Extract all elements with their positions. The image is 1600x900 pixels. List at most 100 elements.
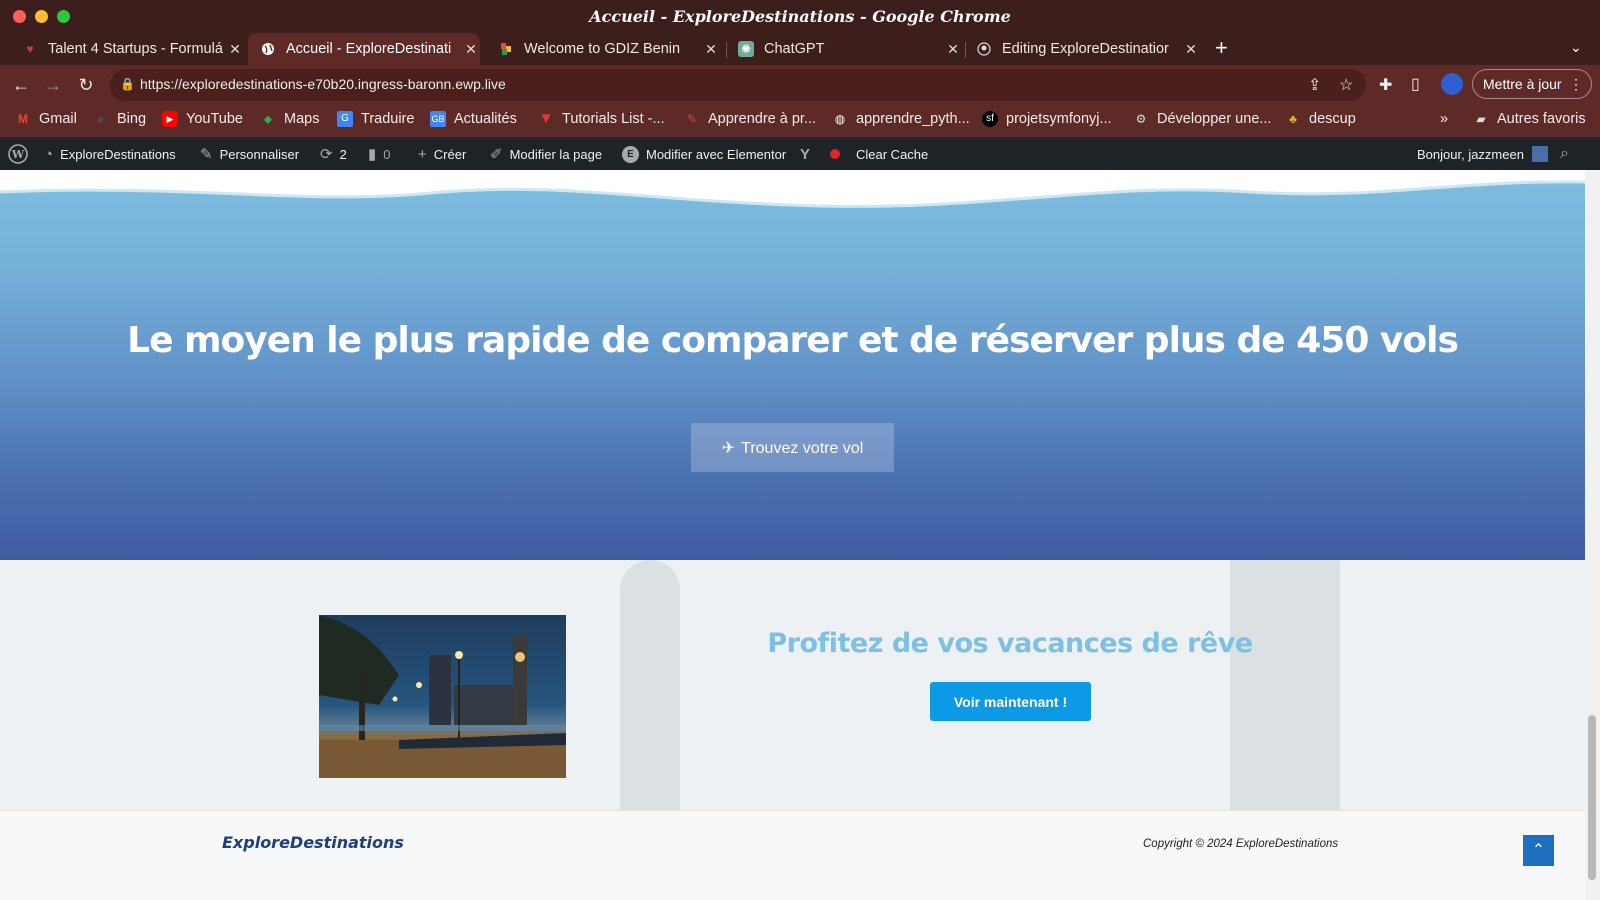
wp-clear-cache[interactable]: Clear Cache [830, 138, 928, 170]
bookmark-traduire[interactable]: G Traduire [337, 111, 414, 127]
tab-label: Talent 4 Startups - Formulá [48, 41, 223, 57]
learn-icon: ✎ [686, 112, 698, 126]
update-button[interactable]: Mettre à jour ⋮ [1472, 69, 1592, 99]
bookmark-label: Bing [117, 111, 147, 127]
page-scrollbar[interactable] [1585, 170, 1600, 900]
wordpress-logo-icon[interactable]: W [8, 138, 28, 170]
comment-icon: ▮ [368, 146, 377, 163]
bookmark-maps[interactable]: ⬥ Maps [260, 111, 320, 127]
wp-updates-count: 2 [339, 146, 347, 162]
close-tab-icon[interactable]: ✕ [944, 41, 962, 58]
wp-greeting: Bonjour, jazzmeen [1417, 146, 1524, 162]
magnifier-icon: ⌕ [1560, 145, 1569, 162]
bookmark-label: Maps [284, 111, 320, 127]
title-bar: Accueil - ExploreDestinations - Google C… [0, 0, 1600, 33]
bookmark-actualites[interactable]: GB Actualités [430, 111, 517, 127]
tab-label: Editing ExploreDestinatior [1002, 41, 1169, 57]
scrollbar-thumb[interactable] [1588, 715, 1596, 880]
wp-edit-page-label: Modifier la page [509, 146, 603, 162]
tab-accueil[interactable]: Accueil - ExploreDestinati ✕ [248, 33, 480, 65]
close-tab-icon[interactable]: ✕ [702, 41, 720, 58]
search-icon[interactable]: ⌕ [1560, 138, 1576, 170]
close-tab-icon[interactable]: ✕ [462, 41, 480, 58]
reload-icon[interactable]: ↻ [74, 73, 98, 97]
news-icon: GB [430, 111, 446, 127]
bookmark-bing[interactable]: ⌕ Bing [93, 111, 146, 127]
tab-chatgpt[interactable]: ✺ ChatGPT ✕ [730, 33, 962, 65]
wp-admin-bar: W ◔ ExploreDestinations ✎ Personnaliser ⟳ 2… [0, 138, 1600, 170]
heart-favicon-icon: ♥ [26, 42, 34, 56]
browser-toolbar: ← → ↻ 🔒 https://exploredestinations-e70b… [0, 65, 1600, 105]
bookmark-label: apprendre_pyth... [856, 111, 970, 127]
bookmark-descup[interactable]: ♣ descup [1285, 111, 1356, 127]
forward-arrow-icon[interactable]: → [41, 73, 65, 97]
wp-updates[interactable]: ⟳ 2 [320, 138, 347, 170]
side-panel-icon[interactable]: ▯ [1411, 74, 1420, 94]
pencil-icon: ✐ [490, 146, 503, 163]
page-content: Le moyen le plus rapide de comparer et d… [0, 170, 1585, 900]
yoast-y-icon: Y [800, 145, 811, 163]
wp-comments[interactable]: ▮ 0 [368, 138, 391, 170]
share-icon[interactable]: ⇪ [1308, 75, 1321, 95]
wp-customize[interactable]: ✎ Personnaliser [200, 138, 299, 170]
url-text: https://exploredestinations-e70b20.ingre… [140, 76, 506, 92]
find-flight-button[interactable]: ✈ Trouvez votre vol [691, 423, 894, 472]
bookmark-apprendre[interactable]: ✎ Apprendre à pr... [684, 111, 816, 127]
bookmark-label: projetsymfonyj... [1006, 111, 1112, 127]
bookmark-developper[interactable]: ⚙ Développer une... [1133, 111, 1272, 127]
dev-icon: ⚙ [1135, 112, 1147, 126]
back-arrow-icon[interactable]: ← [9, 73, 33, 97]
tab-separator [965, 42, 966, 58]
address-bar[interactable]: 🔒 https://exploredestinations-e70b20.ing… [110, 69, 1366, 101]
update-button-label: Mettre à jour [1483, 76, 1562, 92]
bookmark-label: Développer une... [1157, 111, 1272, 127]
close-tab-icon[interactable]: ✕ [1182, 41, 1200, 58]
background-lamp-silhouette [620, 560, 680, 810]
promo-section: Profitez de vos vacances de rêve Voir ma… [0, 560, 1585, 810]
voir-maintenant-button[interactable]: Voir maintenant ! [930, 682, 1091, 721]
browser-window: Accueil - ExploreDestinations - Google C… [0, 0, 1600, 900]
svg-text:W: W [11, 148, 25, 161]
wp-edit-page[interactable]: ✐ Modifier la page [490, 138, 602, 170]
globe-favicon-icon [260, 41, 276, 57]
wp-elementor[interactable]: E Modifier avec Elementor [622, 138, 786, 170]
tab-github-editing[interactable]: Editing ExploreDestinatior ✕ [968, 33, 1200, 65]
user-avatar [1531, 146, 1548, 162]
extensions-puzzle-icon[interactable]: ✚ [1379, 75, 1392, 95]
bookmark-tutorials[interactable]: ▼ Tutorials List -... [538, 111, 665, 128]
find-flight-label: Trouvez votre vol [741, 439, 864, 457]
bookmark-label: Traduire [361, 111, 415, 127]
bookmark-apprendre-python[interactable]: ◍ apprendre_pyth... [832, 111, 970, 127]
plane-departure-icon: ✈ [721, 439, 736, 457]
chevron-down-icon[interactable]: ⌄ [1570, 39, 1582, 56]
youtube-icon: ▶ [162, 111, 178, 127]
scroll-to-top-button[interactable]: ⌃ [1523, 835, 1554, 866]
wp-site-name[interactable]: ◔ ExploreDestinations [44, 138, 176, 170]
new-tab-icon[interactable]: + [1215, 35, 1228, 61]
more-bookmarks-icon[interactable]: » [1440, 111, 1448, 127]
hero-heading: Le moyen le plus rapide de comparer et d… [127, 320, 1459, 361]
tab-separator [726, 42, 727, 58]
plus-icon: + [418, 145, 427, 163]
star-icon[interactable]: ☆ [1339, 75, 1353, 95]
profile-avatar[interactable] [1441, 73, 1463, 95]
bookmark-label: descup [1309, 111, 1356, 127]
wp-site-label: ExploreDestinations [60, 146, 176, 162]
footer-copyright: Copyright © 2024 ExploreDestinations [1143, 838, 1339, 850]
yoast-seo-icon[interactable]: Y [800, 138, 817, 170]
bookmark-gmail[interactable]: M Gmail [15, 111, 77, 127]
bookmark-projetsymfony[interactable]: sf projetsymfonyj... [982, 111, 1112, 127]
descup-icon: ♣ [1289, 112, 1297, 126]
tab-gdiz-benin[interactable]: Welcome to GDIZ Benin ✕ [488, 33, 720, 65]
close-tab-icon[interactable]: ✕ [226, 41, 244, 58]
bookmark-label: Autres favoris [1497, 111, 1586, 127]
wp-account[interactable]: Bonjour, jazzmeen [1417, 138, 1548, 170]
wp-new-content[interactable]: + Créer [418, 138, 466, 170]
tab-label: ChatGPT [764, 41, 825, 57]
tab-talent4startups[interactable]: ♥ Talent 4 Startups - Formulá ✕ [12, 33, 244, 65]
wp-clear-cache-label: Clear Cache [856, 146, 929, 162]
bookmark-youtube[interactable]: ▶ YouTube [162, 111, 243, 127]
kebab-menu-icon: ⋮ [1569, 76, 1583, 92]
footer-logo[interactable]: ExploreDestinations [222, 833, 404, 852]
bookmark-folder-autres[interactable]: ▰ Autres favoris [1473, 111, 1586, 127]
